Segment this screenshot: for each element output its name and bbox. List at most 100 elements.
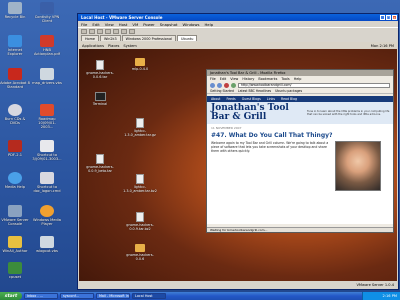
post-title[interactable]: #47. What Do You Call That Thingy? [207, 130, 393, 141]
shortcut-file-icon[interactable]: Shortcut to 3/(09/01-3003... [32, 140, 62, 161]
folder-icon[interactable]: gnome-hackers-0.0.6 [123, 244, 157, 261]
media-help-icon[interactable]: Media Help [0, 172, 30, 189]
guest-icon-label: lightcc-1.3.0_amber.tar.gz [124, 129, 156, 137]
forward-button[interactable] [217, 82, 222, 88]
archive-file-icon[interactable]: lightcc-1.3.0_amber.tar.gz [123, 118, 157, 137]
desktop-icon-label: cpuset [8, 275, 22, 279]
maximize-button[interactable]: □ [386, 15, 391, 20]
tray-clock[interactable]: 2:16 PM [383, 294, 397, 298]
archive-file-icon[interactable]: gnome-hackers-0.0.6.tar [83, 60, 117, 79]
ff-menu-help[interactable]: Help [294, 77, 302, 81]
window-title: Local Host - VMware Server Console [81, 15, 163, 20]
burn-cds-icon[interactable]: Burn CDs & DVDs [0, 104, 30, 125]
ff-menu-file[interactable]: File [210, 77, 216, 81]
url-bar[interactable]: http://www.toolbarandgrill.com/ [238, 82, 390, 88]
site-nav-link[interactable]: Read Blog [281, 97, 297, 101]
archive-file-icon[interactable]: gnome-hackers-0.0.9_beta.tar [83, 154, 117, 173]
ff-menu-bookmarks[interactable]: Bookmarks [258, 77, 277, 81]
ff-menu-edit[interactable]: Edit [220, 77, 227, 81]
minimize-button[interactable]: _ [380, 15, 385, 20]
start-button[interactable]: start [0, 292, 22, 300]
home-button[interactable] [231, 82, 236, 88]
site-nav-link[interactable]: Guest Blogs [242, 97, 261, 101]
menu-host[interactable]: Host [119, 22, 128, 27]
firefox-status-bar: Waiting for bmw.toolbarandgrill.com... [207, 227, 393, 232]
vpn-client-icon[interactable]: Contivity VPN Client [32, 2, 62, 23]
logon-script-icon[interactable]: Shortcut to doc_logon.cmd [32, 172, 62, 193]
site-nav-link[interactable]: Links [267, 97, 275, 101]
guest-icon-label: gnome-hackers-0.0.9_beta.tar [86, 165, 114, 173]
stop-button[interactable] [224, 82, 229, 88]
recycle-bin-icon[interactable]: Recycle Bin [0, 2, 30, 19]
menu-view[interactable]: View [105, 22, 114, 27]
logout-script-icon[interactable]: wlogout.vbs [32, 236, 62, 253]
adobe-acrobat-icon[interactable]: Adobe Acrobat 8 Standard [0, 68, 30, 89]
tab-home[interactable]: Home [81, 35, 100, 41]
ff-menu-view[interactable]: View [230, 77, 238, 81]
taskbar-item[interactable]: Mail - Microsoft Inte... [96, 293, 130, 299]
guest-icon-label: gnome-hackers-0.0.6.tar [86, 71, 114, 79]
desktop-icon-label: Contivity VPN Client [34, 15, 60, 24]
desktop-icon-label: Roadmap 10(09/01-2003... [38, 117, 56, 130]
menu-power[interactable]: Power [143, 22, 154, 27]
reset-button[interactable] [105, 28, 111, 34]
vmware-console-window: Local Host - VMware Server Console _ □ ×… [77, 13, 399, 290]
guest-icon-label: gnome-hackers-0.0.6 [126, 253, 154, 261]
menu-snapshot[interactable]: Snapshot [160, 22, 178, 27]
desktop-icon-label: Adobe Acrobat 8 Standard [0, 81, 30, 90]
winall-author-icon[interactable]: WinAll_Author [0, 236, 30, 253]
site-nav-link[interactable]: About [211, 97, 220, 101]
menu-vm[interactable]: VM [132, 22, 138, 27]
panel-clock: Mon 2:16 PM [370, 43, 394, 48]
taskbar-item[interactable]: Inbox - ... [24, 293, 58, 299]
site-header: Jonathan's Tool Bar & Grill Tune in to l… [207, 102, 393, 124]
vmware-console-icon[interactable]: VMware Server Console [0, 205, 30, 226]
menu-file[interactable]: File [81, 22, 87, 27]
snapshot-button[interactable] [113, 28, 119, 34]
power-on-button[interactable] [97, 28, 103, 34]
close-button[interactable]: × [392, 15, 397, 20]
folder-icon[interactable]: mlp-0.4.0 [123, 58, 157, 71]
fullscreen-button[interactable] [129, 28, 135, 34]
firefox-title: Jonathan's Tool Bar & Grill - Mozilla Fi… [210, 71, 286, 75]
pause-button[interactable] [89, 28, 95, 34]
tab-win2k3[interactable]: Win2k3 [100, 35, 121, 41]
taskbar-item[interactable]: sysconf... [60, 293, 94, 299]
site-nav-link[interactable]: Feeds [226, 97, 235, 101]
desktop-icon-label: Burn CDs & DVDs [4, 117, 26, 126]
pdf-file-icon[interactable]: HNB Actionplan.pdf [32, 35, 62, 56]
desktop-icon-label: map_drivers.vbs [32, 81, 62, 85]
internet-explorer-icon[interactable]: Internet Explorer [0, 35, 30, 56]
taskbar-item[interactable]: Local Host [132, 293, 166, 299]
ff-menu-history[interactable]: History [242, 77, 254, 81]
back-button[interactable] [210, 82, 215, 88]
system-menu[interactable]: System [123, 44, 136, 48]
vmware-title-bar[interactable]: Local Host - VMware Server Console _ □ × [78, 14, 398, 21]
menu-windows[interactable]: Windows [183, 22, 200, 27]
site-title[interactable]: Jonathan's Tool Bar & Grill [211, 104, 301, 122]
places-menu[interactable]: Places [108, 44, 119, 48]
gnome-top-panel: Applications Places System Mon 2:16 PM [79, 42, 397, 49]
applications-menu[interactable]: Applications [82, 44, 104, 48]
bookmark-item[interactable]: Ubuntu packages [275, 89, 302, 93]
windows-media-player-icon[interactable]: Windows Media Player [32, 205, 62, 226]
tab-windows-2000[interactable]: Windows 2000 Professional [121, 35, 176, 41]
menu-help[interactable]: Help [204, 22, 213, 27]
power-off-button[interactable] [81, 28, 87, 34]
bookmark-item[interactable]: Latest BBC Headlines [238, 89, 271, 93]
ff-menu-tools[interactable]: Tools [281, 77, 289, 81]
tab-ubuntu[interactable]: Ubuntu [176, 35, 198, 41]
revert-button[interactable] [121, 28, 127, 34]
terminal-icon[interactable]: Terminal [83, 92, 117, 106]
guest-screen[interactable]: Applications Places System Mon 2:16 PM g… [79, 42, 397, 282]
menu-edit[interactable]: Edit [92, 22, 99, 27]
archive-file-icon[interactable]: lightcc-1.3.0_amber.tar.bz2 [123, 174, 157, 193]
roadmap-file-icon[interactable]: Roadmap 10(09/01-2003... [32, 104, 62, 130]
script-file-icon[interactable]: map_drivers.vbs [32, 68, 62, 85]
archive-file-icon[interactable]: gnome-hackers-0.0.9.tar.bz2 [123, 212, 157, 231]
pdf-tool-icon[interactable]: PDF-2.1 [0, 140, 30, 157]
cpuset-icon[interactable]: cpuset [0, 262, 30, 279]
firefox-nav-bar: http://www.toolbarandgrill.com/ [207, 81, 393, 89]
desktop-icon-label: wlogout.vbs [36, 249, 58, 253]
bookmark-item[interactable]: Getting Started [210, 89, 234, 93]
